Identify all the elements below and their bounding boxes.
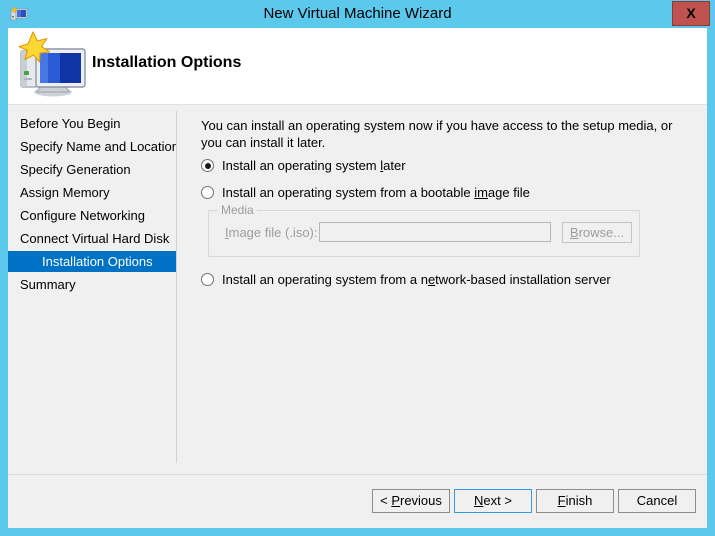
browse-button[interactable]: Browse... — [562, 222, 632, 243]
accelerator-char: N — [474, 493, 484, 508]
window-title: New Virtual Machine Wizard — [263, 5, 452, 22]
accelerator-char: F — [557, 493, 566, 508]
label-text-before: Install an operating system from a n — [222, 272, 428, 287]
accelerator-char: B — [569, 225, 579, 240]
media-group-legend: Media — [218, 203, 257, 217]
monitor-star-icon — [16, 31, 90, 99]
accelerator-char: P — [391, 493, 400, 508]
cancel-button[interactable]: Cancel — [618, 489, 696, 513]
sidebar-item-assign-memory[interactable]: Assign Memory — [8, 182, 176, 203]
finish-button[interactable]: Finish — [536, 489, 614, 513]
radio-install-os-from-network[interactable]: Install an operating system from a netwo… — [201, 272, 611, 287]
radio-indicator-unselected — [201, 186, 214, 199]
title-bar: New Virtual Machine Wizard X — [0, 0, 715, 28]
radio-indicator-selected — [201, 159, 214, 172]
sidebar-item-before-you-begin[interactable]: Before You Begin — [8, 113, 176, 134]
radio-install-os-from-image[interactable]: Install an operating system from a boota… — [201, 185, 530, 200]
label-text-after: age file — [487, 185, 530, 200]
intro-text: You can install an operating system now … — [201, 118, 673, 150]
sidebar-item-specify-name-and-location[interactable]: Specify Name and Location — [8, 136, 179, 157]
close-button[interactable]: X — [672, 1, 710, 26]
label-text-before: Install an operating system from a boota… — [222, 185, 475, 200]
label-text-after: twork-based installation server — [435, 272, 611, 287]
sidebar-item-summary[interactable]: Summary — [8, 274, 176, 295]
radio-install-os-later-label: Install an operating system later — [222, 158, 406, 173]
wizard-steps-sidebar: Before You Begin Specify Name and Locati… — [8, 105, 179, 474]
label-text-after: mage file (.iso): — [228, 225, 318, 240]
wizard-footer: < Previous Next > Finish Cancel — [8, 475, 707, 528]
page-title: Installation Options — [92, 54, 242, 71]
media-group-box: Media Image file (.iso): Browse... — [208, 203, 640, 257]
new-virtual-machine-wizard-window: New Virtual Machine Wizard X Installatio… — [0, 0, 715, 536]
radio-install-os-later[interactable]: Install an operating system later — [201, 158, 406, 173]
label-text-before: Install an operating system — [222, 158, 381, 173]
sidebar-item-installation-options[interactable]: Installation Options — [8, 251, 176, 272]
label-text-after: revious — [399, 493, 442, 508]
label-text-before: < — [380, 493, 392, 508]
sidebar-item-specify-generation[interactable]: Specify Generation — [8, 159, 176, 180]
label-text-after: ext > — [483, 493, 512, 508]
sidebar-item-connect-virtual-hard-disk[interactable]: Connect Virtual Hard Disk — [8, 228, 176, 249]
label-text-after: rowse... — [578, 225, 625, 240]
sidebar-item-configure-networking[interactable]: Configure Networking — [8, 205, 176, 226]
label-text-after: inish — [565, 493, 593, 508]
radio-install-os-from-image-label: Install an operating system from a boota… — [222, 185, 530, 200]
label-text-after: ater — [383, 158, 406, 173]
previous-button[interactable]: < Previous — [372, 489, 450, 513]
accelerator-char: im — [474, 185, 488, 200]
wizard-header: Installation Options — [8, 28, 707, 104]
wizard-body: Before You Begin Specify Name and Locati… — [8, 105, 707, 474]
radio-indicator-unselected — [201, 273, 214, 286]
image-file-label: Image file (.iso): — [225, 225, 318, 240]
image-file-input[interactable] — [319, 222, 551, 242]
label-text-before: Cancel — [636, 493, 678, 508]
radio-install-os-from-network-label: Install an operating system from a netwo… — [222, 272, 611, 287]
next-button[interactable]: Next > — [454, 489, 532, 513]
installation-options-panel: You can install an operating system now … — [177, 105, 707, 474]
